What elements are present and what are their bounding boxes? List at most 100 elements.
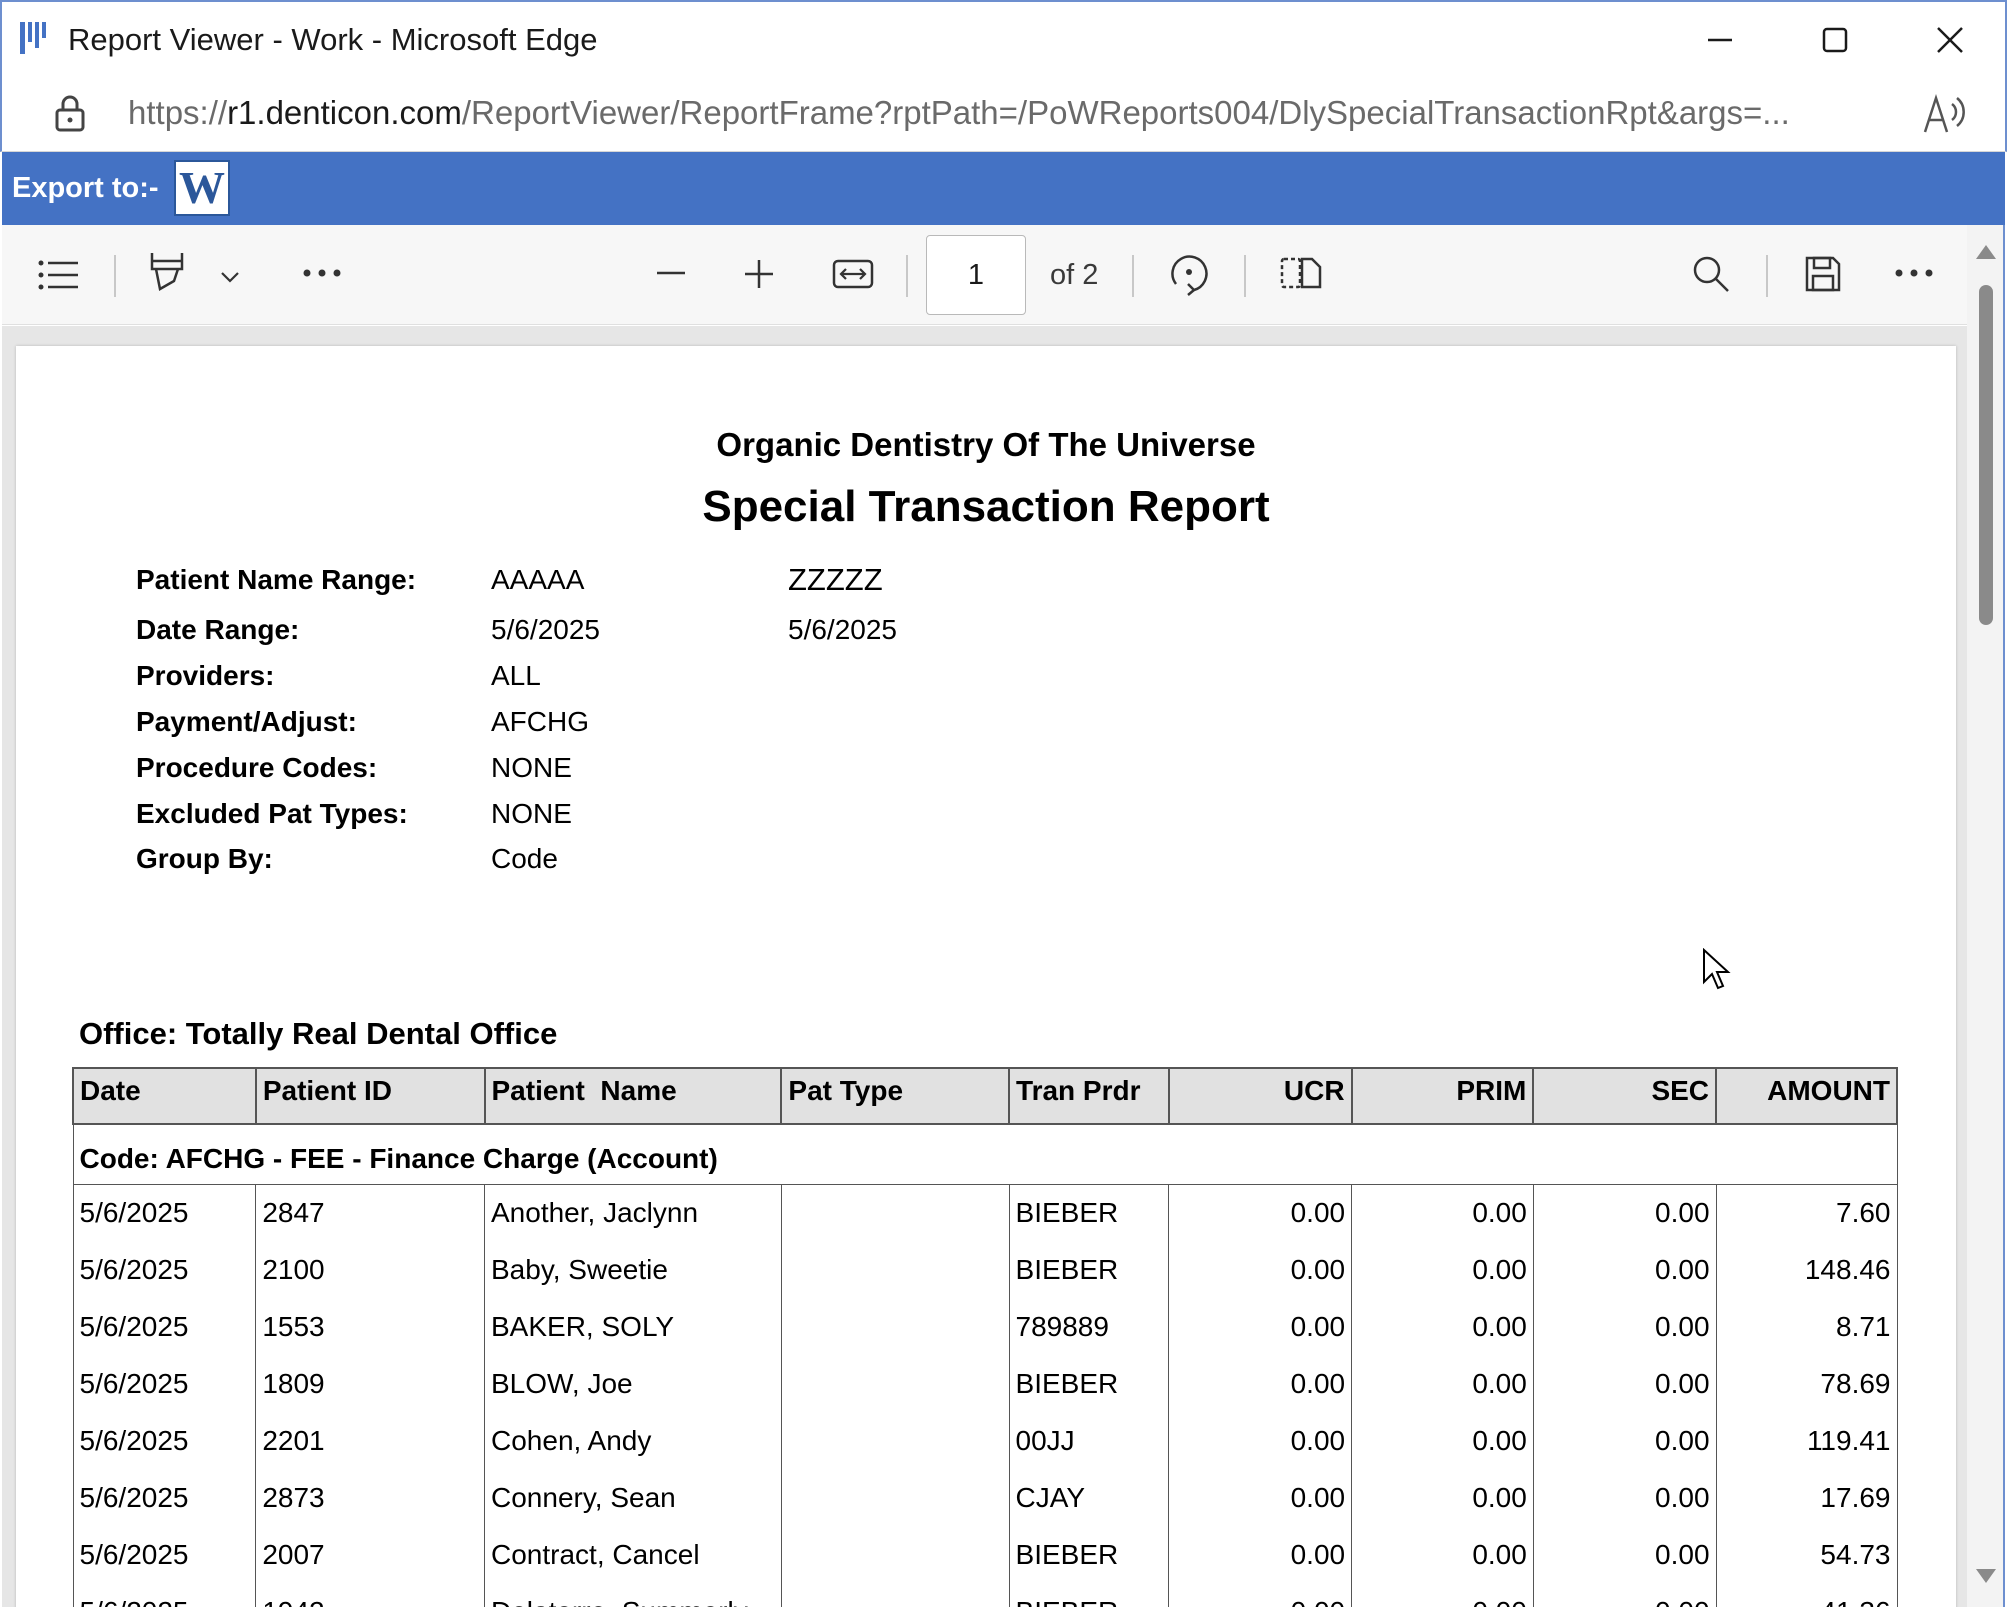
more-options-button[interactable] bbox=[1894, 261, 1934, 285]
vertical-scrollbar[interactable] bbox=[1967, 225, 2005, 1607]
url-prefix: https:// bbox=[128, 94, 228, 131]
address-bar[interactable]: https://r1.denticon.com/ReportViewer/Rep… bbox=[0, 74, 2007, 152]
more-tools-button[interactable] bbox=[302, 261, 342, 285]
cell-ucr: 0.00 bbox=[1168, 1298, 1353, 1355]
cell-tran-prdr: BIEBER bbox=[1008, 1184, 1170, 1241]
draw-dropdown-button[interactable] bbox=[218, 265, 242, 289]
window-title-bar: Report Viewer - Work - Microsoft Edge bbox=[0, 0, 2007, 74]
maximize-button[interactable] bbox=[1799, 12, 1871, 68]
page-number-input[interactable]: 1 bbox=[926, 235, 1026, 315]
url-domain: r1.denticon.com bbox=[227, 94, 462, 131]
column-header-prim: PRIM bbox=[1350, 1067, 1535, 1125]
cell-date: 5/6/2025 bbox=[72, 1526, 257, 1583]
table-header-row: Date Patient ID Patient Name Pat Type Tr… bbox=[72, 1067, 1898, 1125]
cell-prim: 0.00 bbox=[1351, 1355, 1534, 1412]
cell-prim: 0.00 bbox=[1351, 1298, 1534, 1355]
cell-patient-name: BAKER, SOLY bbox=[484, 1298, 782, 1355]
page-view-button[interactable] bbox=[1278, 253, 1324, 293]
param-value: 5/6/2025 bbox=[491, 614, 600, 645]
search-icon bbox=[1693, 256, 1729, 292]
read-aloud-icon[interactable] bbox=[1922, 92, 1968, 136]
fit-width-button[interactable] bbox=[830, 255, 876, 293]
cell-patient-name: BLOW, Joe bbox=[484, 1355, 782, 1412]
search-button[interactable] bbox=[1690, 253, 1732, 295]
cell-prim: 0.00 bbox=[1351, 1184, 1534, 1241]
rotate-button[interactable] bbox=[1166, 251, 1212, 297]
report-page: Organic Dentistry Of The Universe Specia… bbox=[16, 346, 1956, 1607]
close-button[interactable] bbox=[1914, 12, 1986, 68]
cell-prim: 0.00 bbox=[1351, 1412, 1534, 1469]
lock-icon[interactable] bbox=[52, 92, 88, 134]
url-path: /ReportViewer/ReportFrame?rptPath=/PoWRe… bbox=[461, 94, 1790, 131]
scroll-down-icon[interactable] bbox=[1976, 1569, 1996, 1583]
table-of-contents-button[interactable] bbox=[36, 253, 82, 297]
param-value: Code bbox=[491, 843, 558, 874]
param-label: Providers: bbox=[136, 660, 275, 691]
cell-patient-name: Connery, Sean bbox=[484, 1469, 782, 1526]
mouse-cursor-icon bbox=[1703, 948, 1731, 990]
cell-date: 5/6/2025 bbox=[72, 1298, 257, 1355]
cell-prim: 0.00 bbox=[1351, 1469, 1534, 1526]
draw-icon bbox=[150, 253, 184, 291]
cell-amount: 78.69 bbox=[1715, 1355, 1898, 1412]
page-count: of 2 bbox=[1050, 259, 1099, 291]
column-header-patient-id: Patient ID bbox=[254, 1067, 486, 1125]
column-header-patient-name: Patient Name bbox=[483, 1067, 783, 1125]
url-field[interactable]: https://r1.denticon.com/ReportViewer/Rep… bbox=[128, 94, 1878, 132]
export-bar: Export to:- W bbox=[2, 152, 2005, 225]
cell-sec: 0.00 bbox=[1532, 1355, 1717, 1412]
param-label: Group By: bbox=[136, 843, 273, 874]
maximize-icon bbox=[1822, 27, 1848, 53]
cell-patient-id: 2007 bbox=[255, 1526, 485, 1583]
cell-amount: 54.73 bbox=[1715, 1526, 1898, 1583]
page-view-icon bbox=[1280, 257, 1322, 289]
zoom-out-button[interactable] bbox=[654, 261, 688, 285]
cell-patient-name: Cohen, Andy bbox=[484, 1412, 782, 1469]
export-word-button[interactable]: W bbox=[174, 160, 230, 216]
draw-button[interactable] bbox=[146, 247, 188, 299]
scroll-up-icon[interactable] bbox=[1976, 245, 1996, 259]
cell-date: 5/6/2025 bbox=[72, 1469, 257, 1526]
cell-ucr: 0.00 bbox=[1168, 1184, 1353, 1241]
cell-sec: 0.00 bbox=[1532, 1412, 1717, 1469]
edge-tab-icon bbox=[20, 22, 46, 54]
report-title: Special Transaction Report bbox=[702, 482, 1270, 531]
table-row: 5/6/2025 2873 Connery, Sean CJAY 0.00 0.00 0.0… bbox=[72, 1469, 1898, 1526]
minimize-button[interactable] bbox=[1684, 12, 1756, 68]
transaction-table: Date Patient ID Patient Name Pat Type Tr… bbox=[72, 1067, 1898, 1607]
table-row: 5/6/2025 2007 Contract, Cancel BIEBER 0.00 0.… bbox=[72, 1526, 1898, 1583]
column-header-sec: SEC bbox=[1532, 1067, 1718, 1125]
cell-amount: 41.36 bbox=[1715, 1583, 1898, 1607]
cell-date: 5/6/2025 bbox=[72, 1583, 257, 1607]
table-row: 5/6/2025 2847 Another, Jaclynn BIEBER 0.00 0.… bbox=[72, 1184, 1898, 1241]
column-header-ucr: UCR bbox=[1167, 1067, 1353, 1125]
column-header-tran-prdr: Tran Prdr bbox=[1008, 1067, 1170, 1125]
rotate-icon bbox=[1171, 255, 1208, 296]
window-title: Report Viewer - Work - Microsoft Edge bbox=[68, 22, 598, 57]
param-value: AAAAA bbox=[491, 564, 585, 595]
document-viewport[interactable]: Organic Dentistry Of The Universe Specia… bbox=[2, 326, 1967, 1607]
cell-patient-id: 2100 bbox=[255, 1241, 485, 1298]
column-header-pat-type: Pat Type bbox=[780, 1067, 1011, 1125]
save-button[interactable] bbox=[1802, 253, 1844, 295]
cell-patient-id: 2201 bbox=[255, 1412, 485, 1469]
scroll-thumb[interactable] bbox=[1979, 285, 1993, 625]
cell-amount: 7.60 bbox=[1715, 1184, 1898, 1241]
param-value-end: ZZZZZ bbox=[788, 562, 883, 597]
table-row: 5/6/2025 1553 BAKER, SOLY 789889 0.00 0.00 0.0… bbox=[72, 1298, 1898, 1355]
chevron-down-icon bbox=[221, 272, 239, 283]
more-icon bbox=[303, 269, 341, 277]
cell-amount: 119.41 bbox=[1715, 1412, 1898, 1469]
zoom-in-button[interactable] bbox=[742, 257, 776, 291]
cell-sec: 0.00 bbox=[1532, 1298, 1717, 1355]
more-options-icon bbox=[1895, 269, 1933, 277]
toolbar-separator bbox=[906, 255, 908, 297]
toolbar-separator bbox=[114, 255, 116, 297]
cell-sec: 0.00 bbox=[1532, 1526, 1717, 1583]
cell-tran-prdr: 00JJ bbox=[1008, 1412, 1170, 1469]
column-header-amount: AMOUNT bbox=[1715, 1067, 1898, 1125]
cell-patient-name: Baby, Sweetie bbox=[484, 1241, 782, 1298]
table-of-contents-icon bbox=[38, 260, 78, 290]
cell-patient-name: Another, Jaclynn bbox=[484, 1184, 782, 1241]
cell-patient-id: 2873 bbox=[255, 1469, 485, 1526]
